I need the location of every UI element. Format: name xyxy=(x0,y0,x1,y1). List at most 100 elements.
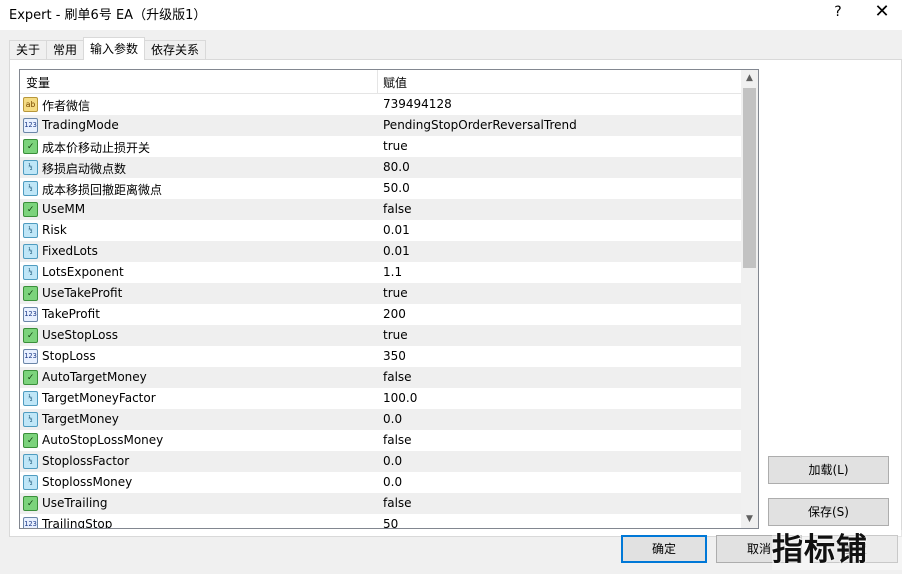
tab-strip: 关于 常用 输入参数 依存关系 xyxy=(9,37,207,60)
parameter-value[interactable]: PendingStopOrderReversalTrend xyxy=(383,118,577,132)
parameter-name: TrailingStop xyxy=(42,517,113,529)
parameter-name: 移损启动微点数 xyxy=(42,162,127,176)
parameter-value[interactable]: false xyxy=(383,496,412,510)
parameter-name: AutoTargetMoney xyxy=(42,370,147,384)
double-type-icon: ½ xyxy=(23,160,38,175)
int-type-icon: 123 xyxy=(23,517,38,528)
parameter-name: 作者微信 xyxy=(42,99,91,113)
parameter-name: UseMM xyxy=(42,202,86,216)
parameter-name: 成本价移动止损开关 xyxy=(42,141,151,155)
parameter-value[interactable]: true xyxy=(383,286,408,300)
tab-common[interactable]: 常用 xyxy=(46,40,85,60)
column-divider[interactable] xyxy=(377,70,378,94)
table-row[interactable]: ✓ 成本价移动止损开关 true xyxy=(20,136,741,157)
table-row[interactable]: ✓ AutoStopLossMoney false xyxy=(20,430,741,451)
help-icon[interactable]: ? xyxy=(828,2,848,22)
parameter-value[interactable]: 80.0 xyxy=(383,160,410,174)
parameter-value[interactable]: 50.0 xyxy=(383,181,410,195)
close-icon[interactable]: ✕ xyxy=(872,2,892,22)
parameter-name: TargetMoney xyxy=(42,412,119,426)
table-row[interactable]: ½ LotsExponent 1.1 xyxy=(20,262,741,283)
parameter-value[interactable]: 0.0 xyxy=(383,412,402,426)
double-type-icon: ½ xyxy=(23,244,38,259)
parameter-name: StoplossMoney xyxy=(42,475,133,489)
parameter-rows: ab 作者微信 739494128 123 TradingMode PendingStop… xyxy=(20,94,741,529)
vertical-scrollbar[interactable]: ▲ ▼ xyxy=(741,70,758,528)
parameter-value[interactable]: false xyxy=(383,433,412,447)
double-type-icon: ½ xyxy=(23,181,38,196)
double-type-icon: ½ xyxy=(23,412,38,427)
parameter-value[interactable]: 350 xyxy=(383,349,406,363)
bool-type-icon: ✓ xyxy=(23,496,38,511)
bool-type-icon: ✓ xyxy=(23,286,38,301)
table-row[interactable]: ½ Risk 0.01 xyxy=(20,220,741,241)
table-row[interactable]: 123 TrailingStop 50 xyxy=(20,514,741,529)
title-bar: Expert - 刷单6号 EA（升级版1） ? ✕ xyxy=(0,0,902,30)
bool-type-icon: ✓ xyxy=(23,328,38,343)
parameter-value[interactable]: 0.0 xyxy=(383,454,402,468)
parameter-value[interactable]: false xyxy=(383,370,412,384)
table-row[interactable]: 123 TakeProfit 200 xyxy=(20,304,741,325)
int-type-icon: 123 xyxy=(23,349,38,364)
bool-type-icon: ✓ xyxy=(23,202,38,217)
parameter-value[interactable]: 0.01 xyxy=(383,244,410,258)
table-row[interactable]: ½ FixedLots 0.01 xyxy=(20,241,741,262)
column-header-variable[interactable]: 变量 xyxy=(26,74,50,91)
parameter-value[interactable]: 100.0 xyxy=(383,391,417,405)
parameter-name: 成本移损回撤距离微点 xyxy=(42,183,163,197)
double-type-icon: ½ xyxy=(23,391,38,406)
parameter-name: StopLoss xyxy=(42,349,96,363)
bool-type-icon: ✓ xyxy=(23,139,38,154)
scroll-thumb[interactable] xyxy=(743,88,756,268)
scroll-down-icon[interactable]: ▼ xyxy=(741,511,758,528)
ok-button[interactable]: 确定 xyxy=(621,535,707,563)
parameter-name: FixedLots xyxy=(42,244,98,258)
double-type-icon: ½ xyxy=(23,265,38,280)
grid-header: 变量 赋值 xyxy=(20,70,741,94)
table-row[interactable]: ✓ AutoTargetMoney false xyxy=(20,367,741,388)
table-row[interactable]: ✓ UseTakeProfit true xyxy=(20,283,741,304)
parameter-name: StoplossFactor xyxy=(42,454,130,468)
table-row[interactable]: ½ TargetMoneyFactor 100.0 xyxy=(20,388,741,409)
table-row[interactable]: 123 StopLoss 350 xyxy=(20,346,741,367)
load-button[interactable]: 加载(L) xyxy=(768,456,889,484)
parameter-value[interactable]: false xyxy=(383,202,412,216)
bool-type-icon: ✓ xyxy=(23,433,38,448)
parameter-value[interactable]: true xyxy=(383,328,408,342)
table-row[interactable]: ✓ UseTrailing false xyxy=(20,493,741,514)
input-parameters-grid: 变量 赋值 ab 作者微信 739494128 123 TradingMode Pendi… xyxy=(19,69,759,529)
tab-inputs[interactable]: 输入参数 xyxy=(83,37,146,60)
double-type-icon: ½ xyxy=(23,475,38,490)
table-row[interactable]: 123 TradingMode PendingStopOrderReversalTr… xyxy=(20,115,741,136)
parameter-value[interactable]: 0.0 xyxy=(383,475,402,489)
table-row[interactable]: ab 作者微信 739494128 xyxy=(20,94,741,115)
tab-about[interactable]: 关于 xyxy=(9,40,48,60)
table-row[interactable]: ½ StoplossFactor 0.0 xyxy=(20,451,741,472)
parameter-value[interactable]: 200 xyxy=(383,307,406,321)
parameter-name: TakeProfit xyxy=(42,307,100,321)
table-row[interactable]: ✓ UseMM false xyxy=(20,199,741,220)
tab-dependencies[interactable]: 依存关系 xyxy=(144,40,207,60)
parameter-value[interactable]: 739494128 xyxy=(383,97,452,111)
scroll-up-icon[interactable]: ▲ xyxy=(741,70,758,87)
parameter-name: LotsExponent xyxy=(42,265,124,279)
table-row[interactable]: ✓ UseStopLoss true xyxy=(20,325,741,346)
watermark-logo: 指标铺 xyxy=(772,530,902,570)
parameter-value[interactable]: 50 xyxy=(383,517,398,528)
table-row[interactable]: ½ 成本移损回撤距离微点 50.0 xyxy=(20,178,741,199)
double-type-icon: ½ xyxy=(23,223,38,238)
table-row[interactable]: ½ 移损启动微点数 80.0 xyxy=(20,157,741,178)
parameter-name: UseTrailing xyxy=(42,496,108,510)
int-type-icon: 123 xyxy=(23,118,38,133)
parameter-value[interactable]: true xyxy=(383,139,408,153)
parameter-value[interactable]: 0.01 xyxy=(383,223,410,237)
parameter-name: TradingMode xyxy=(42,118,119,132)
parameter-name: UseStopLoss xyxy=(42,328,119,342)
parameter-value[interactable]: 1.1 xyxy=(383,265,402,279)
table-row[interactable]: ½ StoplossMoney 0.0 xyxy=(20,472,741,493)
column-header-value[interactable]: 赋值 xyxy=(383,74,407,91)
bool-type-icon: ✓ xyxy=(23,370,38,385)
parameter-name: Risk xyxy=(42,223,67,237)
table-row[interactable]: ½ TargetMoney 0.0 xyxy=(20,409,741,430)
save-button[interactable]: 保存(S) xyxy=(768,498,889,526)
